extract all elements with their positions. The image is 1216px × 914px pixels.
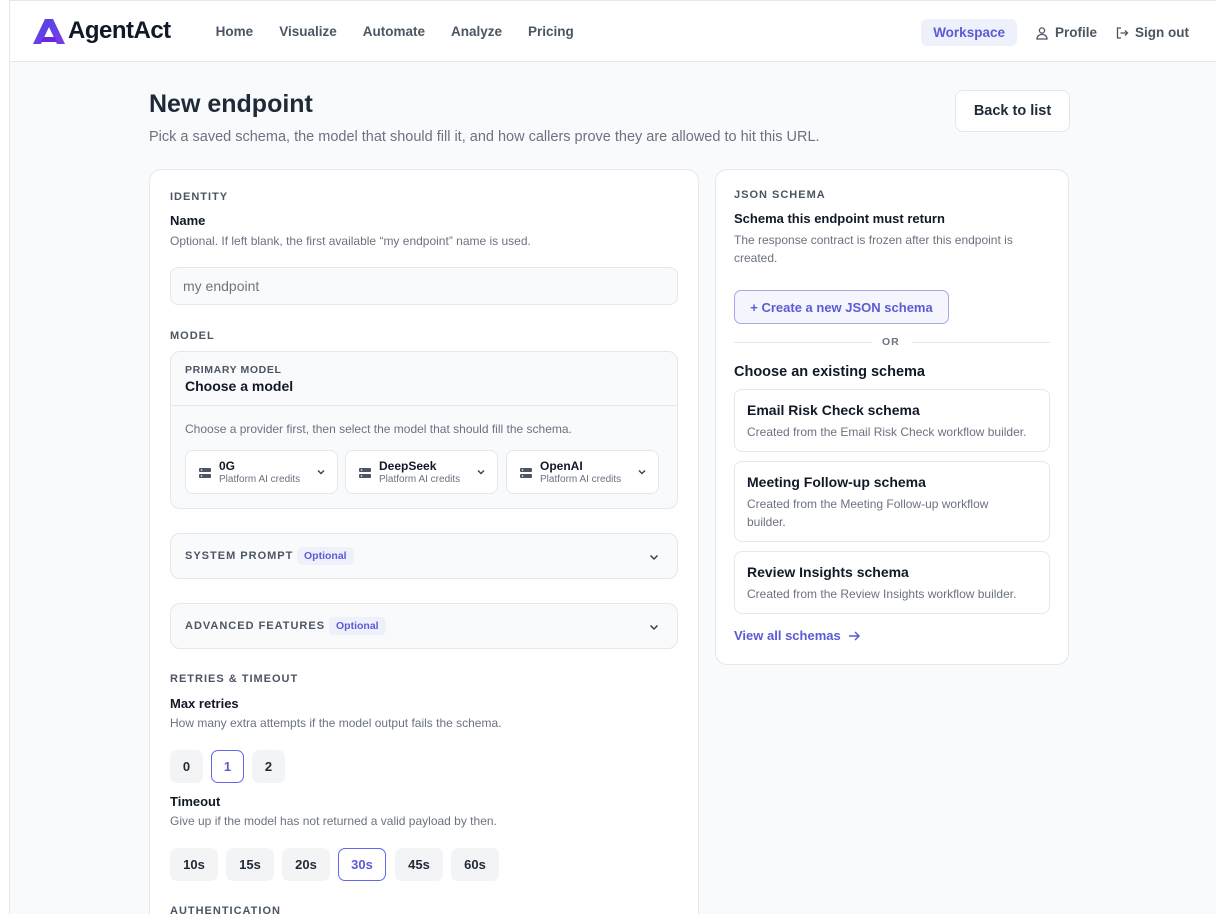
retry-option-0[interactable]: 0: [170, 750, 203, 783]
provider-name: 0G: [219, 459, 236, 473]
primary-model-value: Choose a model: [185, 378, 294, 394]
server-icon: [359, 468, 371, 478]
choose-existing-label: Choose an existing schema: [734, 364, 925, 380]
signout-label: Sign out: [1135, 25, 1189, 40]
brand-logo-icon: [33, 19, 65, 44]
nav-home[interactable]: Home: [203, 24, 267, 39]
brand-name: AgentAct: [68, 17, 171, 44]
timeout-option-30s[interactable]: 30s: [338, 848, 386, 881]
identity-section-label: IDENTITY: [170, 191, 229, 203]
create-json-schema-button[interactable]: + Create a new JSON schema: [734, 290, 949, 324]
schema-item-meeting-follow-up[interactable]: Meeting Follow-up schema Created from th…: [734, 461, 1050, 542]
arrow-right-icon: [848, 630, 860, 641]
json-schema-card: JSON SCHEMA Schema this endpoint must re…: [715, 169, 1069, 665]
server-icon: [520, 468, 532, 478]
profile-label: Profile: [1054, 25, 1097, 40]
schema-title: Schema this endpoint must return: [734, 211, 945, 226]
chevron-down-icon: [649, 554, 659, 561]
provider-0g-select[interactable]: 0G Platform AI credits: [185, 450, 338, 494]
provider-name: DeepSeek: [379, 459, 437, 473]
provider-deepseek-select[interactable]: DeepSeek Platform AI credits: [345, 450, 498, 494]
timeout-option-15s[interactable]: 15s: [226, 848, 274, 881]
nav-pricing[interactable]: Pricing: [515, 24, 587, 39]
json-schema-section-label: JSON SCHEMA: [734, 189, 826, 201]
chevron-down-icon: [638, 470, 646, 475]
provider-openai-select[interactable]: OpenAI Platform AI credits: [506, 450, 659, 494]
model-picker: PRIMARY MODEL Choose a model Choose a pr…: [170, 351, 678, 509]
app-frame: AgentAct Home Visualize Automate Analyze…: [9, 0, 1216, 914]
nav-analyze[interactable]: Analyze: [438, 24, 515, 39]
timeout-label: Timeout: [170, 794, 221, 809]
chevron-down-icon: [649, 624, 659, 631]
model-section-label: MODEL: [170, 330, 215, 342]
timeout-option-45s[interactable]: 45s: [395, 848, 443, 881]
or-divider: OR: [734, 336, 1050, 348]
advanced-features-label: ADVANCED FEATURES: [185, 620, 326, 632]
or-label: OR: [882, 336, 900, 348]
provider-credits: Platform AI credits: [379, 474, 461, 485]
authentication-section-label: AUTHENTICATION: [170, 905, 281, 914]
chevron-down-icon: [477, 470, 485, 475]
timeout-option-20s[interactable]: 20s: [282, 848, 330, 881]
schema-item-description: Created from the Review Insights workflo…: [747, 587, 1017, 601]
schema-item-title: Email Risk Check schema: [747, 402, 920, 418]
endpoint-name-input[interactable]: [170, 267, 678, 305]
account-controls: Workspace Profile Sign out: [921, 19, 1189, 46]
optional-badge: Optional: [329, 617, 386, 635]
schema-item-description: Created from the Meeting Follow-up workf…: [747, 497, 989, 529]
primary-model-label: PRIMARY MODEL: [185, 364, 282, 376]
back-to-list-button[interactable]: Back to list: [955, 90, 1070, 132]
max-retries-label: Max retries: [170, 696, 239, 711]
divider-line: [912, 342, 1050, 343]
page-subtitle: Pick a saved schema, the model that shou…: [149, 129, 820, 145]
name-label: Name: [170, 213, 206, 228]
optional-badge: Optional: [297, 547, 354, 565]
signout-link[interactable]: Sign out: [1115, 25, 1189, 40]
server-icon: [199, 468, 211, 478]
max-retries-help: How many extra attempts if the model out…: [170, 716, 502, 730]
page-title: New endpoint: [149, 90, 313, 118]
view-all-schemas-link[interactable]: View all schemas: [734, 628, 861, 643]
endpoint-form-card: IDENTITY Name Optional. If left blank, t…: [149, 169, 699, 914]
chevron-down-icon: [317, 470, 325, 475]
system-prompt-label: SYSTEM PROMPT: [185, 550, 294, 562]
provider-name: OpenAI: [540, 459, 583, 473]
timeout-help: Give up if the model has not returned a …: [170, 814, 497, 828]
schema-item-title: Meeting Follow-up schema: [747, 474, 926, 490]
top-navbar: AgentAct Home Visualize Automate Analyze…: [10, 1, 1216, 62]
main-nav: Home Visualize Automate Analyze Pricing: [203, 24, 587, 39]
advanced-features-toggle[interactable]: ADVANCED FEATURES Optional: [170, 603, 678, 649]
brand-logo[interactable]: AgentAct: [31, 17, 171, 45]
retry-option-2[interactable]: 2: [252, 750, 285, 783]
timeout-option-10s[interactable]: 10s: [170, 848, 218, 881]
view-all-label: View all schemas: [734, 628, 841, 643]
provider-credits: Platform AI credits: [540, 474, 622, 485]
nav-automate[interactable]: Automate: [350, 24, 438, 39]
provider-credits: Platform AI credits: [219, 474, 301, 485]
primary-model-header[interactable]: PRIMARY MODEL Choose a model: [171, 352, 677, 406]
profile-link[interactable]: Profile: [1035, 25, 1097, 40]
model-help: Choose a provider first, then select the…: [185, 422, 572, 436]
retries-section-label: RETRIES & TIMEOUT: [170, 673, 299, 685]
sign-out-icon: [1116, 26, 1129, 39]
schema-help: The response contract is frozen after th…: [734, 233, 1013, 265]
schema-item-review-insights[interactable]: Review Insights schema Created from the …: [734, 551, 1050, 614]
name-help: Optional. If left blank, the first avail…: [170, 234, 531, 248]
nav-visualize[interactable]: Visualize: [266, 24, 350, 39]
retry-option-1[interactable]: 1: [211, 750, 244, 783]
workspace-button[interactable]: Workspace: [921, 19, 1017, 46]
schema-item-description: Created from the Email Risk Check workfl…: [747, 425, 1027, 439]
timeout-option-60s[interactable]: 60s: [451, 848, 499, 881]
divider-line: [734, 342, 872, 343]
user-icon: [1036, 26, 1048, 40]
schema-item-title: Review Insights schema: [747, 564, 909, 580]
schema-item-email-risk[interactable]: Email Risk Check schema Created from the…: [734, 389, 1050, 452]
system-prompt-toggle[interactable]: SYSTEM PROMPT Optional: [170, 533, 678, 579]
